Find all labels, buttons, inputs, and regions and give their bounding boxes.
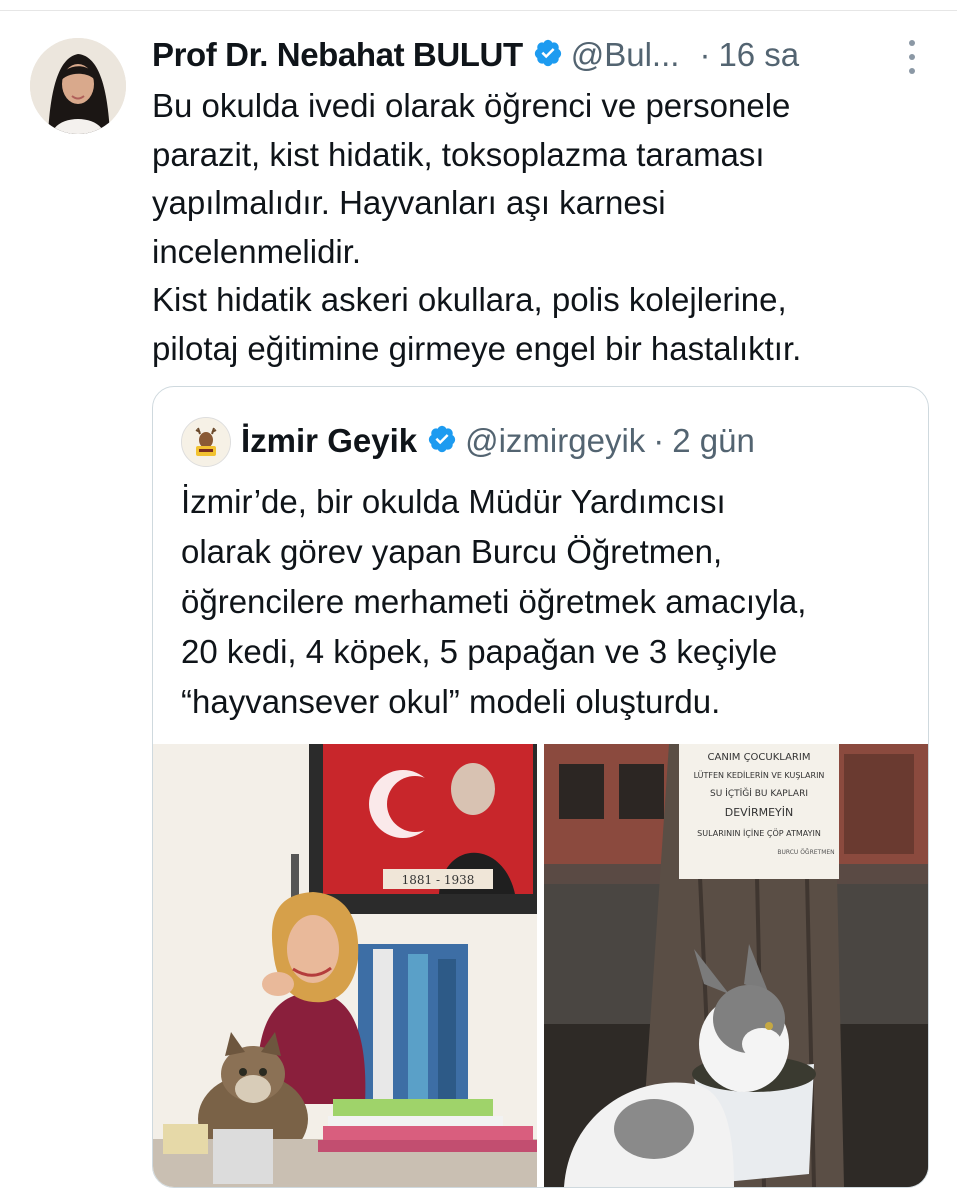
frame-years: 1881 - 1938	[402, 873, 475, 887]
quoted-tweet-header: İzmir Geyik @izmirgeyik · 2 gün	[241, 417, 755, 465]
quoted-text-line: olarak görev yapan Burcu Öğretmen,	[181, 533, 723, 570]
quoted-author-avatar[interactable]	[181, 417, 231, 467]
quoted-header-separator: ·	[653, 422, 665, 459]
sign-line: DEVİRMEYİN	[725, 806, 793, 819]
verified-badge-icon	[533, 38, 563, 73]
sign-line: CANIM ÇOCUKLARIM	[708, 752, 811, 763]
tweet-text-line: incelenmelidir.	[152, 232, 362, 270]
author-name[interactable]: Prof Dr. Nebahat BULUT	[152, 36, 523, 74]
quoted-photo-cat-by-tree[interactable]: CANIM ÇOCUKLARIM LÜTFEN KEDİLERİN VE KUŞ…	[544, 744, 928, 1187]
sign-line: SULARININ İÇİNE ÇÖP ATMAYIN	[697, 828, 821, 838]
quoted-text-line: öğrencilere merhameti öğretmek amacıyla,	[181, 583, 807, 620]
quoted-text-line: 20 kedi, 4 köpek, 5 papağan ve 3 keçiyle	[181, 633, 778, 670]
sign-line: BURCU ÖĞRETMEN	[777, 849, 834, 856]
more-dots-icon[interactable]	[907, 40, 917, 74]
quoted-author-name[interactable]: İzmir Geyik	[241, 422, 417, 460]
tweet-timestamp[interactable]: 16 sa	[718, 36, 799, 74]
top-divider	[0, 0, 957, 11]
author-handle[interactable]: @Bul...	[571, 36, 680, 74]
quoted-tweet[interactable]: İzmir Geyik @izmirgeyik · 2 gün İzmir’de…	[152, 386, 929, 1188]
quoted-author-handle[interactable]: @izmirgeyik	[465, 422, 645, 460]
quoted-text-line: “hayvansever okul” modeli oluşturdu.	[181, 683, 721, 720]
tweet-text-line: Bu okulda ivedi olarak öğrenci ve person…	[152, 87, 791, 124]
tweet-text-line: Kist hidatik askeri okullara, polis kole…	[152, 281, 787, 318]
quoted-tweet-text: İzmir’de, bir okulda Müdür Yardımcısı ol…	[181, 477, 911, 727]
tweet-text-line: pilotaj eğitimine girmeye engel bir hast…	[152, 329, 802, 367]
header-separator: ·	[699, 36, 711, 73]
sign-line: SU İÇTİĞİ BU KAPLARI	[710, 787, 808, 799]
verified-badge-icon	[427, 424, 457, 459]
sign-line: LÜTFEN KEDİLERİN VE KUŞLARIN	[694, 770, 825, 780]
quoted-text-line: İzmir’de, bir okulda Müdür Yardımcısı	[181, 483, 726, 520]
tweet-text: Bu okulda ivedi olarak öğrenci ve person…	[152, 82, 932, 373]
tweet-text-line: parazit, kist hidatik, toksoplazma taram…	[152, 135, 765, 173]
tweet-text-line: yapılmalıdır. Hayvanları aşı karnesi	[152, 184, 666, 221]
author-avatar[interactable]	[30, 38, 126, 134]
tweet-header: Prof Dr. Nebahat BULUT @Bul... · 16 sa	[152, 32, 932, 78]
quoted-tweet-timestamp[interactable]: 2 gün	[672, 422, 755, 460]
quoted-photo-teacher-with-cat[interactable]: 1881 - 1938	[153, 744, 537, 1187]
deer-logo-icon	[182, 418, 230, 466]
